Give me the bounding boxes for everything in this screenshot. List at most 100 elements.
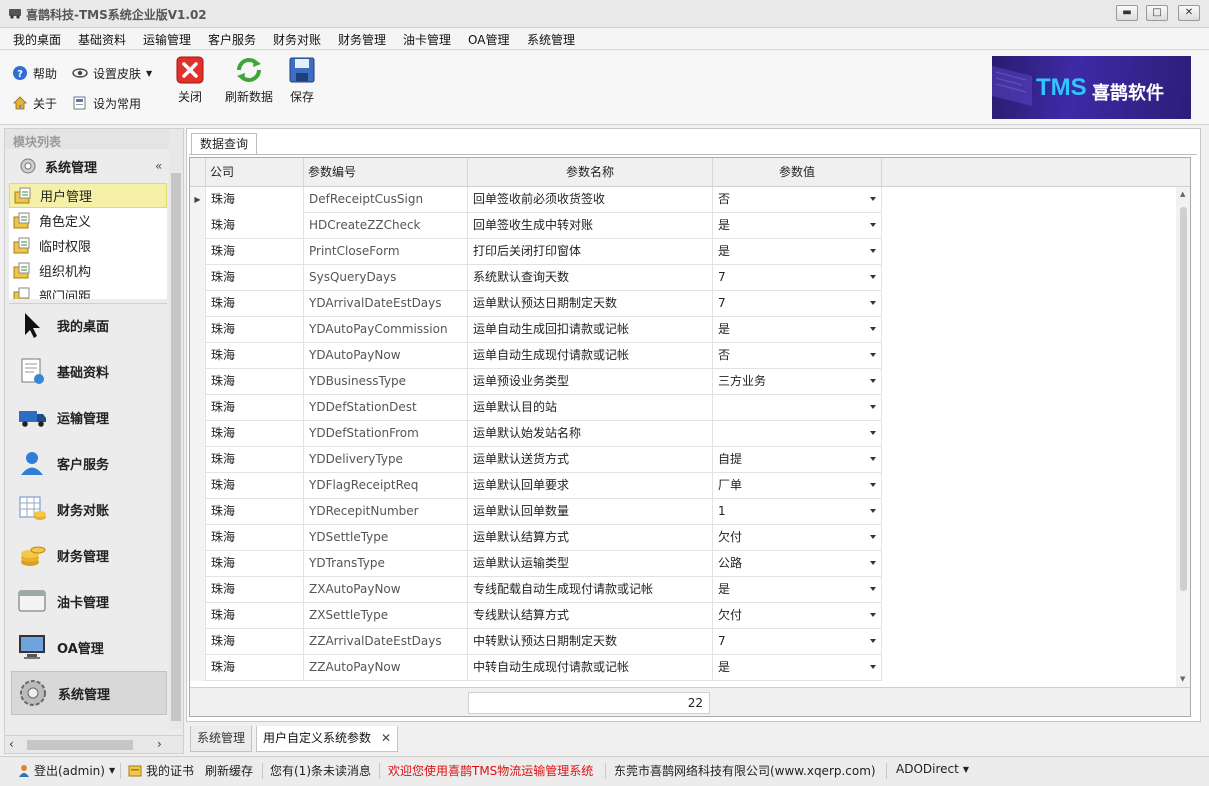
dropdown-arrow-icon[interactable] xyxy=(870,613,876,617)
cell-param-value[interactable] xyxy=(713,421,882,447)
table-row[interactable]: 珠海 YDAutoPayNow 运单自动生成现付请款或记帐 否 xyxy=(190,343,882,369)
refresh-cache-button[interactable]: 刷新缓存 xyxy=(205,762,253,779)
nav-customer-service[interactable]: 客户服务 xyxy=(11,441,167,485)
cell-param-value[interactable]: 欠付 xyxy=(713,525,882,551)
cell-param-value[interactable]: 是 xyxy=(713,239,882,265)
table-row[interactable]: 珠海 YDAutoPayCommission 运单自动生成回扣请款或记帐 是 xyxy=(190,317,882,343)
nav-my-desktop[interactable]: 我的桌面 xyxy=(11,303,167,347)
table-row[interactable]: 珠海 ZXSettleType 专线默认结算方式 欠付 xyxy=(190,603,882,629)
table-row[interactable]: ▶ 珠海 DefReceiptCusSign 回单签收前必须收货签收 否 xyxy=(190,187,882,213)
nav-finance[interactable]: 财务管理 xyxy=(11,533,167,577)
nav-fuel-card[interactable]: 油卡管理 xyxy=(11,579,167,623)
cell-param-value[interactable]: 欠付 xyxy=(713,603,882,629)
column-header-company[interactable]: 公司 xyxy=(206,158,304,187)
about-button[interactable]: 关于 xyxy=(12,93,57,113)
cell-param-value[interactable]: 7 xyxy=(713,265,882,291)
menu-customer-service[interactable]: 客户服务 xyxy=(208,31,256,48)
sub-item-organization[interactable]: 组织机构 xyxy=(9,258,167,283)
dropdown-arrow-icon[interactable] xyxy=(870,223,876,227)
menu-system[interactable]: 系统管理 xyxy=(527,31,575,48)
table-row[interactable]: 珠海 YDFlagReceiptReq 运单默认回单要求 厂单 xyxy=(190,473,882,499)
cell-param-value[interactable]: 否 xyxy=(713,343,882,369)
menu-basic-data[interactable]: 基础资料 xyxy=(78,31,126,48)
dropdown-arrow-icon[interactable] xyxy=(870,197,876,201)
dropdown-arrow-icon[interactable] xyxy=(870,561,876,565)
nav-basic-data[interactable]: 基础资料 xyxy=(11,349,167,393)
collapse-panel-icon[interactable]: « xyxy=(155,159,162,173)
dropdown-arrow-icon[interactable] xyxy=(870,301,876,305)
scroll-right-icon[interactable]: › xyxy=(157,737,162,751)
table-row[interactable]: 珠海 YDSettleType 运单默认结算方式 欠付 xyxy=(190,525,882,551)
sub-item-department[interactable]: 部门间距 xyxy=(9,283,167,299)
table-row[interactable]: 珠海 YDRecepitNumber 运单默认回单数量 1 xyxy=(190,499,882,525)
dropdown-arrow-icon[interactable] xyxy=(870,379,876,383)
panel-vertical-scrollbar[interactable] xyxy=(169,129,183,729)
cell-param-value[interactable]: 7 xyxy=(713,629,882,655)
dropdown-arrow-icon[interactable] xyxy=(870,249,876,253)
save-button[interactable]: 保存 xyxy=(274,56,330,105)
nav-oa[interactable]: OA管理 xyxy=(11,625,167,669)
dropdown-arrow-icon[interactable] xyxy=(870,275,876,279)
dropdown-arrow-icon[interactable] xyxy=(870,431,876,435)
doc-tab-system[interactable]: 系统管理 xyxy=(190,726,253,752)
cell-param-value[interactable]: 7 xyxy=(713,291,882,317)
menu-reconciliation[interactable]: 财务对账 xyxy=(273,31,321,48)
refresh-button[interactable]: 刷新数据 xyxy=(221,56,277,105)
cell-param-value[interactable]: 否 xyxy=(713,187,882,213)
menu-finance[interactable]: 财务管理 xyxy=(338,31,386,48)
table-row[interactable]: 珠海 YDDefStationFrom 运单默认始发站名称 xyxy=(190,421,882,447)
dropdown-arrow-icon[interactable] xyxy=(870,353,876,357)
panel-horizontal-scrollbar[interactable]: ‹ › xyxy=(5,735,183,753)
cell-param-value[interactable]: 厂单 xyxy=(713,473,882,499)
dropdown-arrow-icon[interactable] xyxy=(870,665,876,669)
sub-item-user-management[interactable]: 用户管理 xyxy=(9,183,167,208)
module-group-system[interactable]: 系统管理 xyxy=(9,153,173,179)
cell-param-value[interactable]: 公路 xyxy=(713,551,882,577)
menu-oa[interactable]: OA管理 xyxy=(468,31,509,48)
dropdown-arrow-icon[interactable] xyxy=(870,327,876,331)
menu-transport[interactable]: 运输管理 xyxy=(143,31,191,48)
cell-param-value[interactable]: 是 xyxy=(713,655,882,681)
cell-param-value[interactable]: 三方业务 xyxy=(713,369,882,395)
dropdown-arrow-icon[interactable] xyxy=(870,483,876,487)
table-row[interactable]: 珠海 YDDeliveryType 运单默认送货方式 自提 xyxy=(190,447,882,473)
certificate-button[interactable]: 我的证书 xyxy=(128,762,194,779)
grid-vertical-scrollbar[interactable]: ▲ ▼ xyxy=(1176,187,1190,687)
unread-messages-link[interactable]: 您有(1)条未读消息 xyxy=(270,762,371,779)
dropdown-arrow-icon[interactable] xyxy=(870,457,876,461)
column-header-param-name[interactable]: 参数名称 xyxy=(468,158,713,187)
tab-data-query[interactable]: 数据查询 xyxy=(191,133,257,155)
dropdown-arrow-icon[interactable] xyxy=(870,509,876,513)
dropdown-arrow-icon[interactable] xyxy=(870,587,876,591)
cell-param-value[interactable]: 是 xyxy=(713,213,882,239)
scroll-up-icon[interactable]: ▲ xyxy=(1180,190,1185,198)
column-header-param-value[interactable]: 参数值 xyxy=(713,158,882,187)
close-window-button[interactable]: ✕ xyxy=(1178,5,1200,21)
doc-tab-user-params[interactable]: 用户自定义系统参数 ✕ xyxy=(256,726,399,752)
column-header-param-code[interactable]: 参数编号 xyxy=(304,158,468,187)
connection-mode-dropdown[interactable]: ADODirect ▼ xyxy=(896,762,969,776)
table-row[interactable]: 珠海 YDArrivalDateEstDays 运单默认预达日期制定天数 7 xyxy=(190,291,882,317)
table-row[interactable]: 珠海 YDDefStationDest 运单默认目的站 xyxy=(190,395,882,421)
table-row[interactable]: 珠海 YDTransType 运单默认运输类型 公路 xyxy=(190,551,882,577)
table-row[interactable]: 珠海 ZZArrivalDateEstDays 中转默认预达日期制定天数 7 xyxy=(190,629,882,655)
maximize-button[interactable]: □ xyxy=(1146,5,1168,21)
scroll-left-icon[interactable]: ‹ xyxy=(9,737,14,751)
dropdown-arrow-icon[interactable] xyxy=(870,535,876,539)
cell-param-value[interactable]: 是 xyxy=(713,577,882,603)
cell-param-value[interactable]: 自提 xyxy=(713,447,882,473)
scroll-down-icon[interactable]: ▼ xyxy=(1180,675,1185,683)
set-common-button[interactable]: 设为常用 xyxy=(72,93,141,113)
table-row[interactable]: 珠海 PrintCloseForm 打印后关闭打印窗体 是 xyxy=(190,239,882,265)
cell-param-value[interactable]: 是 xyxy=(713,317,882,343)
cell-param-value[interactable] xyxy=(713,395,882,421)
dropdown-arrow-icon[interactable] xyxy=(870,639,876,643)
cell-param-value[interactable]: 1 xyxy=(713,499,882,525)
nav-reconciliation[interactable]: 财务对账 xyxy=(11,487,167,531)
table-row[interactable]: 珠海 SysQueryDays 系统默认查询天数 7 xyxy=(190,265,882,291)
sub-item-role-definition[interactable]: 角色定义 xyxy=(9,208,167,233)
logout-button[interactable]: 登出(admin) ▼ xyxy=(18,762,115,779)
close-tab-icon[interactable]: ✕ xyxy=(381,731,391,745)
nav-transport[interactable]: 运输管理 xyxy=(11,395,167,439)
menu-my-desktop[interactable]: 我的桌面 xyxy=(13,31,61,48)
